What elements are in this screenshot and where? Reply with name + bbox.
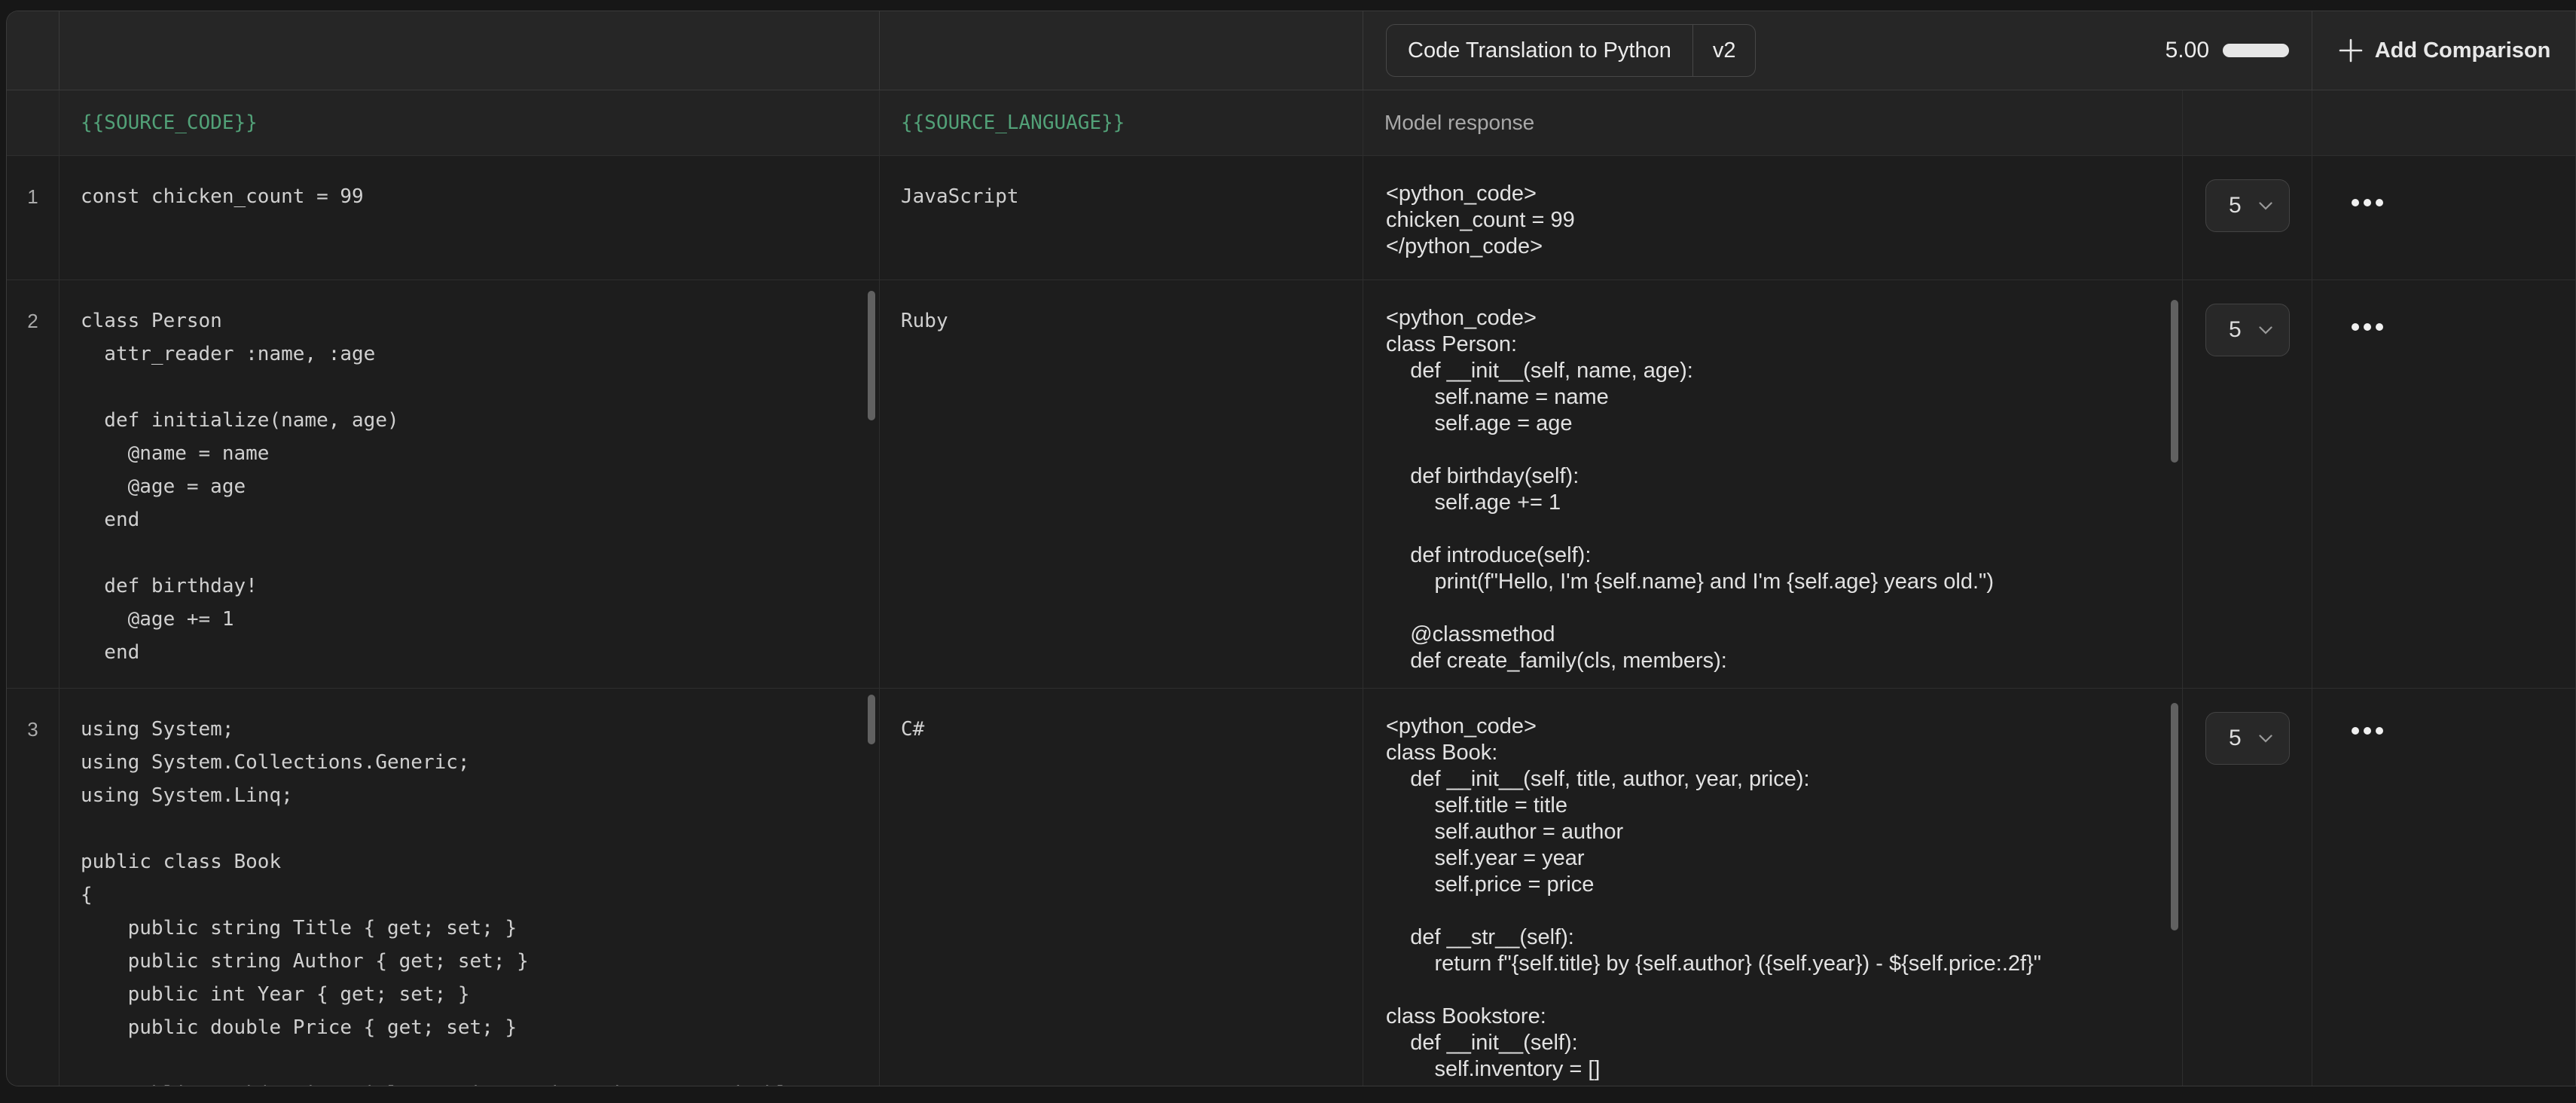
code-translation-eval-app: Code Translation to Python v2 5.00 Add C… xyxy=(0,0,2576,1103)
rating-cell: 5 xyxy=(2183,689,2312,1086)
rating-select[interactable]: 5 xyxy=(2205,179,2290,232)
rating-value: 5 xyxy=(2229,317,2242,343)
more-dot xyxy=(2376,323,2383,331)
average-score-value: 5.00 xyxy=(2165,38,2209,63)
source-language-cell[interactable]: Ruby xyxy=(880,280,1363,689)
add-comparison-button[interactable]: Add Comparison xyxy=(2312,11,2575,90)
colhdr-source-code[interactable]: {{SOURCE_CODE}} xyxy=(60,90,880,156)
add-comparison-cell: Add Comparison xyxy=(2312,11,2576,90)
source-language-cell[interactable]: JavaScript xyxy=(880,156,1363,280)
rating-cell: 5 xyxy=(2183,280,2312,689)
model-response-text: <python_code> chicken_count = 99 </pytho… xyxy=(1363,156,2182,260)
more-actions-button[interactable] xyxy=(2349,320,2386,334)
rating-select[interactable]: 5 xyxy=(2205,712,2290,765)
colhdr-model-response[interactable]: Model response xyxy=(1363,90,2183,156)
source-code-cell[interactable]: using System; using System.Collections.G… xyxy=(60,689,880,1086)
source-language-text: Ruby xyxy=(880,280,1363,338)
comparison-table: Code Translation to Python v2 5.00 Add C… xyxy=(6,11,2576,1086)
source-code-variable-label: {{SOURCE_CODE}} xyxy=(81,112,258,134)
row-number: 3 xyxy=(7,689,60,1086)
source-code-text: using System; using System.Collections.G… xyxy=(60,689,879,1086)
chevron-down-icon xyxy=(2259,202,2272,210)
more-actions-button[interactable] xyxy=(2349,724,2386,738)
average-score: 5.00 xyxy=(2165,38,2289,63)
source-language-variable-label: {{SOURCE_LANGUAGE}} xyxy=(901,112,1125,134)
header-rownum-cell xyxy=(7,11,60,90)
row-number: 2 xyxy=(7,280,60,689)
header-source-cell xyxy=(60,11,880,90)
model-response-text: <python_code> class Person: def __init__… xyxy=(1363,280,2182,674)
scrollbar-thumb[interactable] xyxy=(868,695,875,744)
more-dot xyxy=(2352,727,2359,735)
rating-cell: 5 xyxy=(2183,156,2312,280)
rating-value: 5 xyxy=(2229,193,2242,218)
chevron-down-icon xyxy=(2259,326,2272,335)
actions-cell xyxy=(2312,156,2576,280)
model-response-label: Model response xyxy=(1384,111,1534,135)
add-comparison-label: Add Comparison xyxy=(2375,38,2551,63)
prompt-name: Code Translation to Python xyxy=(1387,25,1692,76)
more-dot xyxy=(2352,323,2359,331)
prompt-header-cell: Code Translation to Python v2 5.00 xyxy=(1363,11,2312,90)
more-actions-button[interactable] xyxy=(2349,196,2386,209)
model-response-cell[interactable]: <python_code> class Person: def __init__… xyxy=(1363,280,2183,689)
source-code-text: class Person attr_reader :name, :age def… xyxy=(60,280,879,669)
model-response-text: <python_code> class Book: def __init__(s… xyxy=(1363,689,2182,1083)
rating-select[interactable]: 5 xyxy=(2205,304,2290,356)
scrollbar-thumb[interactable] xyxy=(2171,703,2178,930)
colhdr-rating xyxy=(2183,90,2312,156)
more-dot xyxy=(2376,199,2383,206)
more-dot xyxy=(2364,323,2371,331)
rating-value: 5 xyxy=(2229,726,2242,751)
source-code-text: const chicken_count = 99 xyxy=(60,156,879,213)
more-dot xyxy=(2376,727,2383,735)
actions-cell xyxy=(2312,280,2576,689)
colhdr-source-language[interactable]: {{SOURCE_LANGUAGE}} xyxy=(880,90,1363,156)
more-dot xyxy=(2352,199,2359,206)
source-code-cell[interactable]: class Person attr_reader :name, :age def… xyxy=(60,280,880,689)
prompt-version-badge: v2 xyxy=(1692,25,1756,76)
source-language-cell[interactable]: C# xyxy=(880,689,1363,1086)
scrollbar-thumb[interactable] xyxy=(868,291,875,420)
prompt-version-button[interactable]: Code Translation to Python v2 xyxy=(1386,24,1756,77)
source-code-cell[interactable]: const chicken_count = 99 xyxy=(60,156,880,280)
plus-icon xyxy=(2337,37,2364,64)
colhdr-rownum xyxy=(7,90,60,156)
scrollbar-thumb[interactable] xyxy=(2171,300,2178,463)
more-dot xyxy=(2364,199,2371,206)
header-language-cell xyxy=(880,11,1363,90)
row-number: 1 xyxy=(7,156,60,280)
score-bar xyxy=(2223,44,2289,57)
source-language-text: JavaScript xyxy=(880,156,1363,213)
model-response-cell[interactable]: <python_code> chicken_count = 99 </pytho… xyxy=(1363,156,2183,280)
model-response-cell[interactable]: <python_code> class Book: def __init__(s… xyxy=(1363,689,2183,1086)
colhdr-actions xyxy=(2312,90,2576,156)
source-language-text: C# xyxy=(880,689,1363,746)
chevron-down-icon xyxy=(2259,735,2272,743)
more-dot xyxy=(2364,727,2371,735)
actions-cell xyxy=(2312,689,2576,1086)
